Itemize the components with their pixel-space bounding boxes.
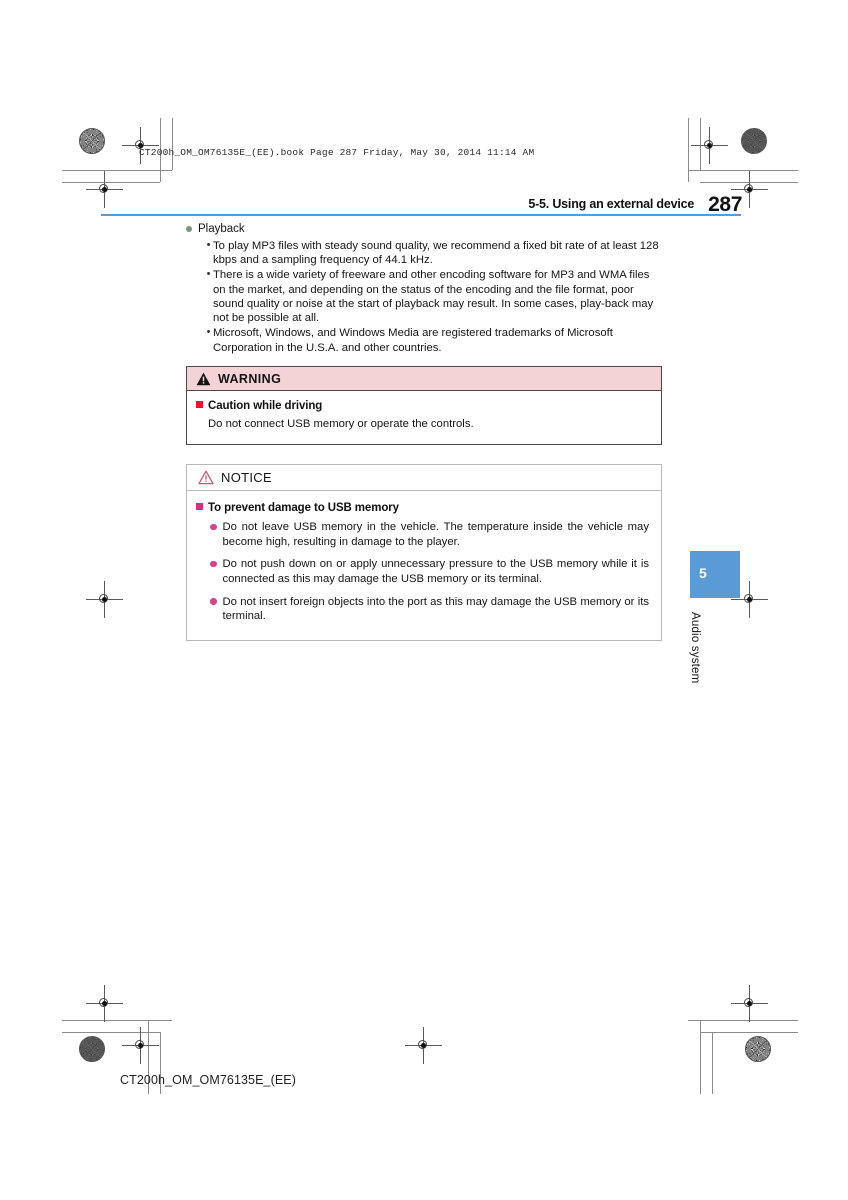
list-item: • Microsoft, Windows, and Windows Media … — [204, 326, 664, 355]
red-square-bullet-icon — [196, 401, 203, 408]
bullet-tick-icon: • — [206, 238, 211, 251]
warning-box: WARNING Caution while driving Do not con… — [186, 366, 662, 445]
bullet-tick-icon: • — [206, 326, 211, 339]
crop-mark-line — [700, 1032, 798, 1033]
warning-subheading: Caution while driving — [208, 400, 323, 412]
registration-mark — [122, 1027, 159, 1064]
warning-box-header: WARNING — [187, 367, 661, 391]
section-title: 5-5. Using an external device — [528, 197, 695, 211]
registration-starburst — [79, 128, 105, 154]
notice-subheading: To prevent damage to USB memory — [208, 502, 399, 514]
list-item: Do not leave USB memory in the vehicle. … — [210, 520, 649, 549]
warning-text: Do not connect USB memory or operate the… — [208, 418, 474, 430]
header-rule — [101, 214, 741, 217]
crop-mark-line — [62, 1020, 172, 1021]
chapter-number: 5 — [699, 565, 707, 581]
chapter-tab: 5 — [690, 551, 740, 598]
registration-starburst — [741, 128, 767, 154]
pink-dot-bullet-icon — [210, 560, 217, 568]
warning-subheading-row: Caution while driving — [196, 400, 651, 412]
chapter-label: Audio system — [689, 612, 701, 684]
warning-box-body: Caution while driving Do not connect USB… — [187, 391, 661, 444]
bullet-tick-icon: • — [206, 268, 211, 281]
main-content: Playback • To play MP3 files with steady… — [186, 222, 664, 355]
registration-starburst — [745, 1036, 771, 1062]
pink-dot-bullet-icon — [210, 598, 217, 605]
notice-box-body: To prevent damage to USB memory Do not l… — [187, 491, 661, 640]
registration-mark — [405, 1027, 442, 1064]
bullet-dot-icon — [186, 226, 192, 232]
crop-mark-line — [172, 118, 173, 170]
registration-mark — [86, 581, 123, 618]
crop-mark-line — [700, 1020, 701, 1094]
list-item: • To play MP3 files with steady sound qu… — [204, 239, 664, 268]
registration-mark — [731, 171, 768, 208]
crop-mark-line — [688, 118, 689, 182]
pink-square-bullet-icon — [196, 503, 203, 510]
book-file-stamp: CT200h_OM_OM76135E_(EE).book Page 287 Fr… — [139, 147, 535, 158]
footer-code: CT200h_OM_OM76135E_(EE) — [120, 1073, 296, 1087]
list-item-text: Do not insert foreign objects into the p… — [222, 595, 650, 623]
notice-box-header: NOTICE — [187, 465, 661, 491]
list-item-text: Microsoft, Windows, and Windows Media ar… — [213, 327, 613, 354]
notice-title: NOTICE — [221, 470, 272, 485]
list-item-text: Do not push down on or apply unnecessary… — [222, 558, 650, 586]
pink-dot-bullet-icon — [210, 523, 217, 530]
list-item-text: To play MP3 files with steady sound qual… — [213, 239, 659, 266]
crop-mark-line — [712, 1032, 713, 1094]
playback-heading: Playback — [186, 222, 664, 237]
registration-mark — [731, 985, 768, 1022]
list-item: • There is a wide variety of freeware an… — [204, 268, 664, 325]
notice-triangle-icon — [198, 470, 214, 485]
registration-starburst — [79, 1036, 105, 1062]
list-item: Do not insert foreign objects into the p… — [210, 595, 649, 624]
registration-mark — [86, 171, 123, 208]
crop-mark-line — [62, 170, 172, 171]
warning-triangle-icon — [196, 372, 211, 385]
crop-mark-line — [688, 1020, 798, 1021]
list-item-text: Do not leave USB memory in the vehicle. … — [222, 521, 650, 548]
list-item-text: There is a wide variety of freeware and … — [213, 269, 654, 325]
crop-mark-line — [62, 1032, 160, 1033]
notice-subheading-row: To prevent damage to USB memory — [196, 502, 649, 514]
registration-mark — [86, 985, 123, 1022]
page-number: 287 — [708, 193, 742, 216]
playback-heading-label: Playback — [198, 223, 245, 235]
list-item: Do not push down on or apply unnecessary… — [210, 557, 649, 586]
registration-mark — [691, 127, 728, 164]
warning-title: WARNING — [218, 371, 282, 386]
crop-mark-line — [688, 170, 798, 171]
registration-mark — [731, 581, 768, 618]
notice-box: NOTICE To prevent damage to USB memory D… — [186, 464, 662, 642]
